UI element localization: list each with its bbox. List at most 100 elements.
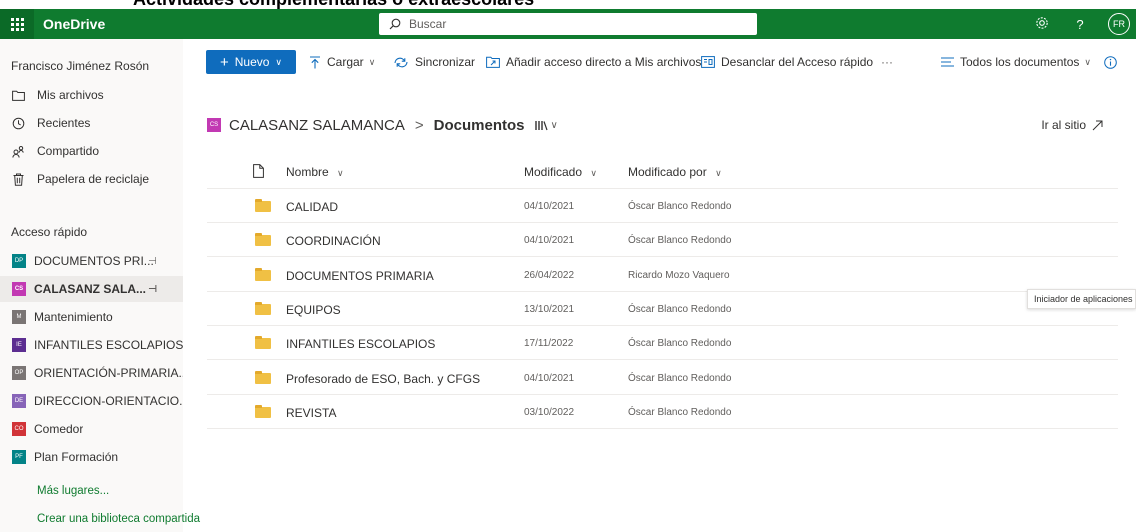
app-name[interactable]: OneDrive	[43, 16, 105, 32]
chevron-down-icon: ∨	[1084, 56, 1091, 67]
nav-recent[interactable]: Recientes	[11, 113, 90, 133]
list-view-icon	[941, 57, 954, 67]
search-box[interactable]	[379, 13, 757, 35]
help-icon[interactable]: ?	[1070, 17, 1090, 32]
column-modified-by-header[interactable]: Modificado por ∨	[628, 165, 722, 179]
more-commands-button[interactable]: ···	[881, 51, 893, 73]
file-name[interactable]: EQUIPOS	[286, 303, 341, 317]
file-name[interactable]: INFANTILES ESCOLAPIOS	[286, 337, 435, 351]
chevron-down-icon: ∨	[275, 56, 283, 67]
nav-label: Mis archivos	[37, 88, 104, 102]
app-launcher-button[interactable]	[0, 9, 34, 39]
nav-label: Recientes	[37, 116, 91, 130]
modified-by: Ricardo Mozo Vaquero	[628, 269, 730, 281]
quick-access-label: ORIENTACIÓN-PRIMARIA...	[34, 366, 183, 380]
view-switcher-button[interactable]: Todos los documentos ∨	[941, 51, 1091, 73]
quick-access-item[interactable]: IE INFANTILES ESCOLAPIOS...	[0, 332, 183, 358]
column-modified-header[interactable]: Modificado ∨	[524, 165, 597, 179]
avatar[interactable]: FR	[1108, 13, 1130, 35]
quick-access-item[interactable]: OP ORIENTACIÓN-PRIMARIA...	[0, 360, 183, 386]
file-name[interactable]: Profesorado de ESO, Bach. y CFGS	[286, 372, 480, 386]
quick-access-item[interactable]: CS CALASANZ SALA... ⊣	[0, 276, 183, 302]
folder-icon	[255, 336, 271, 350]
upload-label: Cargar	[327, 55, 364, 69]
modified-by: Óscar Blanco Redondo	[628, 201, 732, 212]
table-row[interactable]: COORDINACIÓN 04/10/2021 Óscar Blanco Redon…	[207, 223, 1118, 258]
modified-by: Óscar Blanco Redondo	[628, 372, 732, 384]
new-button[interactable]: + Nuevo ∨	[206, 50, 296, 74]
folder-icon	[255, 199, 271, 212]
table-row[interactable]: DOCUMENTOS PRIMARIA 26/04/2022 Ricardo Moz…	[207, 258, 1118, 292]
site-badge: CO	[12, 422, 26, 436]
quick-access-item[interactable]: PF Plan Formación	[0, 444, 183, 470]
breadcrumb: CS CALASANZ SALAMANCA > Documentos ∨	[207, 114, 558, 136]
quick-access-item[interactable]: CO Comedor	[0, 416, 183, 442]
modified-by: Óscar Blanco Redondo	[628, 338, 732, 350]
library-options-button[interactable]: ∨	[534, 119, 558, 131]
sync-button[interactable]: Sincronizar	[393, 51, 475, 73]
column-name-header[interactable]: Nombre ∨	[286, 165, 344, 179]
add-shortcut-label: Añadir acceso directo a Mis archivos	[506, 55, 702, 69]
file-name[interactable]: DOCUMENTOS PRIMARIA	[286, 269, 434, 283]
site-badge: OP	[12, 366, 26, 380]
go-to-site-link[interactable]: Ir al sitio	[1041, 118, 1103, 132]
breadcrumb-separator: >	[414, 116, 424, 134]
table-row[interactable]: Profesorado de ESO, Bach. y CFGS 04/10/20…	[207, 361, 1118, 395]
plus-icon: +	[219, 53, 229, 71]
table-row[interactable]: REVISTA 03/10/2022 Óscar Blanco Redondo	[207, 395, 1118, 429]
settings-gear-icon[interactable]	[1032, 16, 1052, 33]
modified-by: Óscar Blanco Redondo	[628, 235, 732, 247]
folder-icon	[255, 404, 271, 418]
app-launcher-tooltip: Iniciador de aplicaciones	[1027, 289, 1136, 309]
site-badge: DP	[12, 254, 26, 268]
modified-date: 04/10/2021	[524, 201, 575, 212]
chevron-down-icon: ∨	[550, 119, 558, 131]
file-name[interactable]: CALIDAD	[286, 200, 338, 214]
modified-date: 26/04/2022	[524, 269, 575, 281]
pin-icon[interactable]: ⊣	[148, 256, 157, 267]
unpin-icon	[701, 56, 715, 68]
chevron-down-icon: ∨	[337, 168, 344, 178]
shortcut-folder-icon	[486, 56, 500, 68]
info-icon	[1104, 55, 1117, 69]
nav-label: Compartido	[37, 144, 100, 158]
pin-icon[interactable]: ⊣	[148, 284, 157, 295]
command-bar: + Nuevo ∨ Cargar ∨ Sincronizar Añadir ac…	[183, 39, 1136, 85]
column-modified-label: Modificado	[524, 165, 583, 179]
column-name-label: Nombre	[286, 165, 329, 179]
file-name[interactable]: COORDINACIÓN	[286, 234, 381, 248]
nav-shared[interactable]: Compartido	[11, 141, 99, 161]
more-places-link[interactable]: Más lugares...	[37, 485, 109, 497]
table-row[interactable]: EQUIPOS 13/10/2021 Óscar Blanco Redondo	[207, 292, 1118, 326]
quick-access-item[interactable]: DP DOCUMENTOS PRI... ⊣	[0, 248, 183, 274]
user-name: Francisco Jiménez Rosón	[11, 59, 150, 73]
chevron-down-icon: ∨	[590, 168, 597, 178]
quick-access-item[interactable]: M Mantenimiento	[0, 304, 183, 330]
nav-recycle-bin[interactable]: Papelera de reciclaje	[11, 169, 149, 189]
site-badge: PF	[12, 450, 26, 464]
list-header: Nombre ∨ Modificado ∨ Modificado por ∨	[207, 153, 1118, 189]
sync-label: Sincronizar	[415, 55, 476, 69]
folder-icon	[255, 267, 271, 281]
unpin-label: Desanclar del Acceso rápido	[721, 55, 874, 69]
quick-access-label: CALASANZ SALA...	[34, 282, 146, 296]
suite-bar: OneDrive ? FR	[0, 9, 1136, 39]
table-row[interactable]: INFANTILES ESCOLAPIOS 17/11/2022 Óscar Bla…	[207, 326, 1118, 361]
create-library-link[interactable]: Crear una biblioteca compartida	[37, 513, 200, 525]
search-input[interactable]	[409, 17, 709, 31]
unpin-button[interactable]: Desanclar del Acceso rápido	[701, 51, 873, 73]
page-heading-cut: Actividades complementarias o extraescol…	[0, 0, 1136, 9]
upload-button[interactable]: Cargar ∨	[309, 51, 375, 73]
site-badge: DE	[12, 394, 26, 408]
people-icon	[11, 145, 25, 158]
nav-my-files[interactable]: Mis archivos	[11, 85, 104, 105]
file-type-icon[interactable]	[253, 164, 264, 181]
file-name[interactable]: REVISTA	[286, 406, 336, 420]
table-row[interactable]: CALIDAD 04/10/2021 Óscar Blanco Redondo	[207, 189, 1118, 223]
go-to-site-label: Ir al sitio	[1041, 118, 1086, 132]
breadcrumb-site[interactable]: CALASANZ SALAMANCA	[229, 117, 405, 134]
quick-access-item[interactable]: DE DIRECCION-ORIENTACIO...	[0, 388, 183, 414]
nav-label: Papelera de reciclaje	[37, 172, 150, 186]
info-button[interactable]	[1104, 51, 1117, 73]
add-shortcut-button[interactable]: Añadir acceso directo a Mis archivos	[486, 51, 701, 73]
